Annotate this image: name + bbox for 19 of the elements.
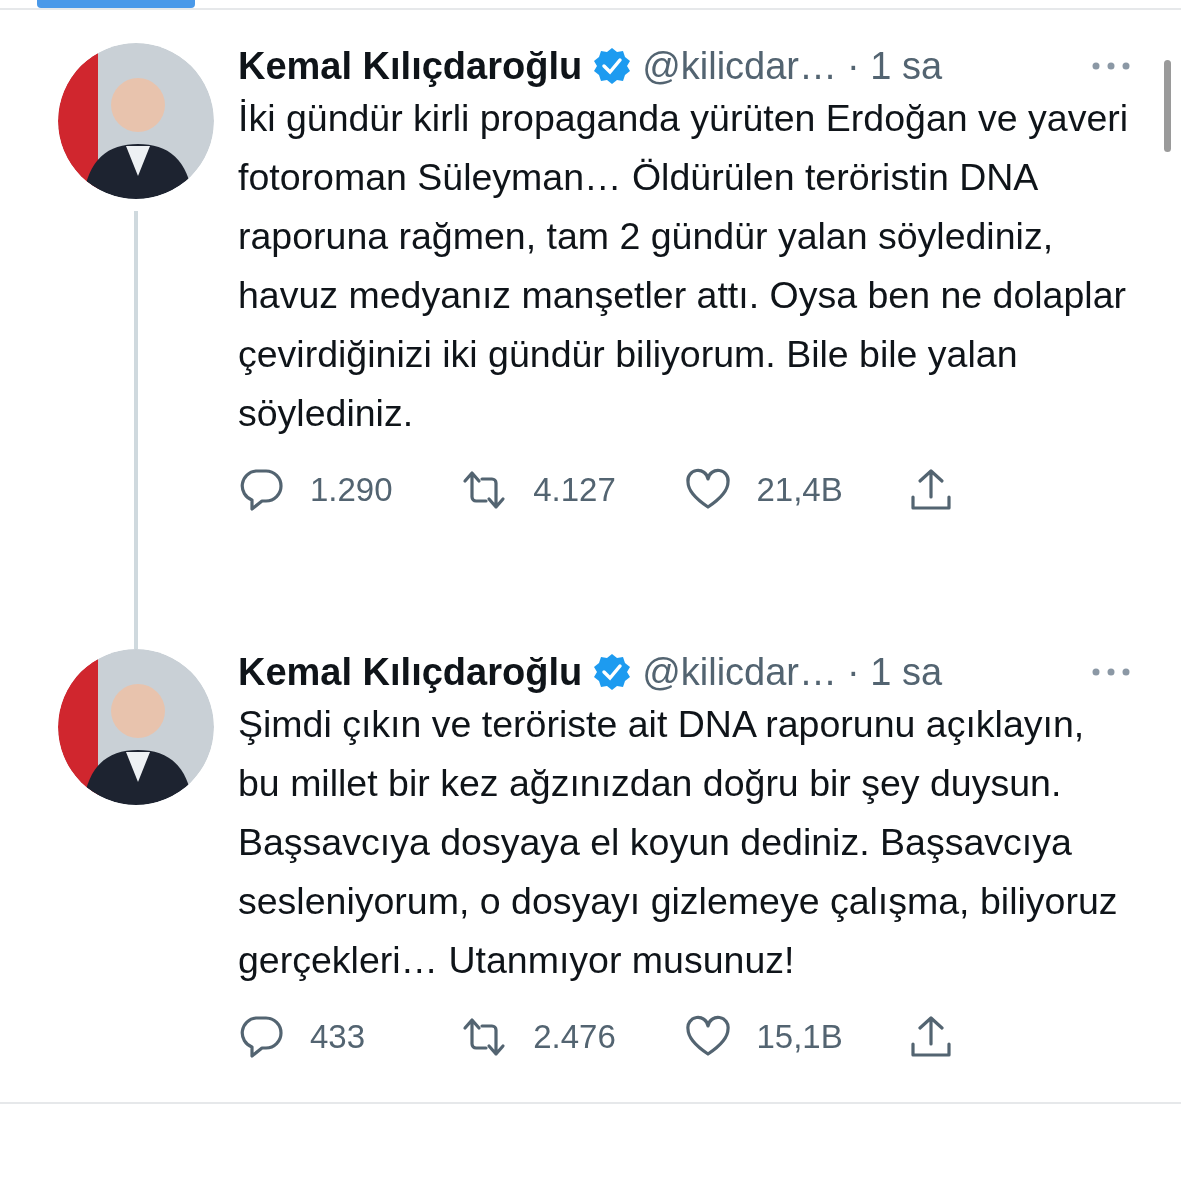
tweet-text: Şimdi çıkın ve teröriste ait DNA raporunu açıklayın, bu millet bir kez ağzınızdan doğru bir şey duysun. Başsavcıya dosyaya el koyun dediniz. Başsavcıya sesleniyorum, o dosyayı gizlemeye çalışma, biliyoruz gerçekleri… Utanmıyor musunuz! <box>238 702 1119 983</box>
more-icon[interactable] <box>1091 667 1131 677</box>
like-count: 21,4B <box>756 470 843 510</box>
like-count: 15,1B <box>756 1017 843 1057</box>
speech-bubble-icon <box>238 1013 284 1060</box>
scrollbar[interactable] <box>1164 60 1171 152</box>
author-name[interactable]: Kemal Kılıçdaroğlu <box>238 43 583 89</box>
retweet-count: 4.127 <box>533 470 616 510</box>
speech-bubble-icon <box>238 466 284 513</box>
timestamp[interactable]: · 1 sa <box>847 43 943 89</box>
reply-count: 433 <box>310 1017 366 1057</box>
author-handle[interactable]: @kilicdar… <box>642 649 838 695</box>
more-icon[interactable] <box>1091 61 1131 71</box>
author-name[interactable]: Kemal Kılıçdaroğlu <box>238 649 583 695</box>
tweet-text: İki gündür kirli propaganda yürüten Erdoğan ve yaveri fotoroman Süleyman… Öldürülen teröristin DNA raporuna rağmen, tam 2 gündür yalan söylediniz, havuz medyanız manşetler attı. Oysa ben ne dolaplar çevirdiğinizi iki gündür biliyorum. Bile bile yalan söylediniz. <box>238 96 1130 436</box>
retweet-count: 2.476 <box>533 1017 616 1057</box>
reply-count: 1.290 <box>310 470 393 510</box>
timestamp[interactable]: · 1 sa <box>847 649 943 695</box>
author-handle[interactable]: @kilicdar… <box>642 43 838 89</box>
